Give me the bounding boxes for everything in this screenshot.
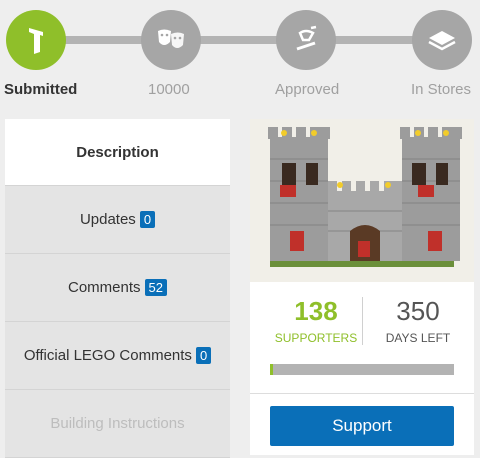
tab-label: Description	[76, 143, 159, 161]
stat-divider	[362, 297, 363, 345]
support-progress-bar	[270, 364, 454, 375]
box-icon	[428, 31, 456, 51]
progress-connector	[62, 36, 144, 44]
project-image[interactable]	[250, 119, 474, 282]
project-tabs: Description Updates 0 Comments 52 Offici…	[5, 119, 230, 458]
stage-approved[interactable]	[276, 10, 336, 70]
days-left-stat: 350 DAYS LEFT	[368, 297, 468, 345]
castle-illustration	[250, 119, 474, 282]
tab-official-lego-comments[interactable]: Official LEGO Comments 0	[5, 322, 230, 390]
stage-in-stores[interactable]	[412, 10, 472, 70]
progress-connector	[199, 36, 279, 44]
stage-label-in-stores: In Stores	[411, 81, 472, 98]
tab-label: Building Instructions	[50, 415, 185, 432]
tab-label: Updates	[79, 211, 136, 228]
stage-label-approved: Approved	[275, 81, 340, 98]
tab-building-instructions: Building Instructions	[5, 390, 230, 458]
supporters-label: SUPPORTERS	[274, 331, 358, 345]
tab-description[interactable]: Description	[5, 119, 230, 186]
support-button[interactable]: Support	[270, 406, 454, 446]
stage-10000[interactable]	[141, 10, 201, 70]
count-badge: 0	[195, 347, 212, 364]
tab-updates[interactable]: Updates 0	[5, 186, 230, 254]
tab-label: Comments	[68, 279, 141, 296]
approved-stamp-icon	[296, 25, 317, 51]
stage-submitted[interactable]	[6, 10, 66, 70]
progress-track: Submitted 10000 Approved In Stores	[0, 0, 480, 110]
tab-comments[interactable]: Comments 52	[5, 254, 230, 322]
supporters-stat: 138 SUPPORTERS	[266, 297, 366, 345]
count-badge: 52	[144, 279, 167, 296]
project-stats: 138 SUPPORTERS 350 DAYS LEFT	[250, 297, 474, 347]
count-badge: 0	[139, 211, 156, 228]
stage-label-submitted: Submitted	[4, 81, 78, 98]
project-card: 138 SUPPORTERS 350 DAYS LEFT Support	[250, 119, 474, 455]
tab-label: Official LEGO Comments	[23, 347, 192, 364]
theater-masks-icon	[158, 29, 184, 48]
divider	[250, 393, 474, 394]
progress-connector	[334, 36, 414, 44]
support-progress-fill	[270, 364, 273, 375]
days-left-label: DAYS LEFT	[385, 331, 451, 345]
supporters-count: 138	[294, 296, 338, 326]
lego-brick-icon	[29, 28, 43, 54]
stage-label-10000: 10000	[148, 81, 190, 98]
days-left-count: 350	[396, 296, 440, 326]
